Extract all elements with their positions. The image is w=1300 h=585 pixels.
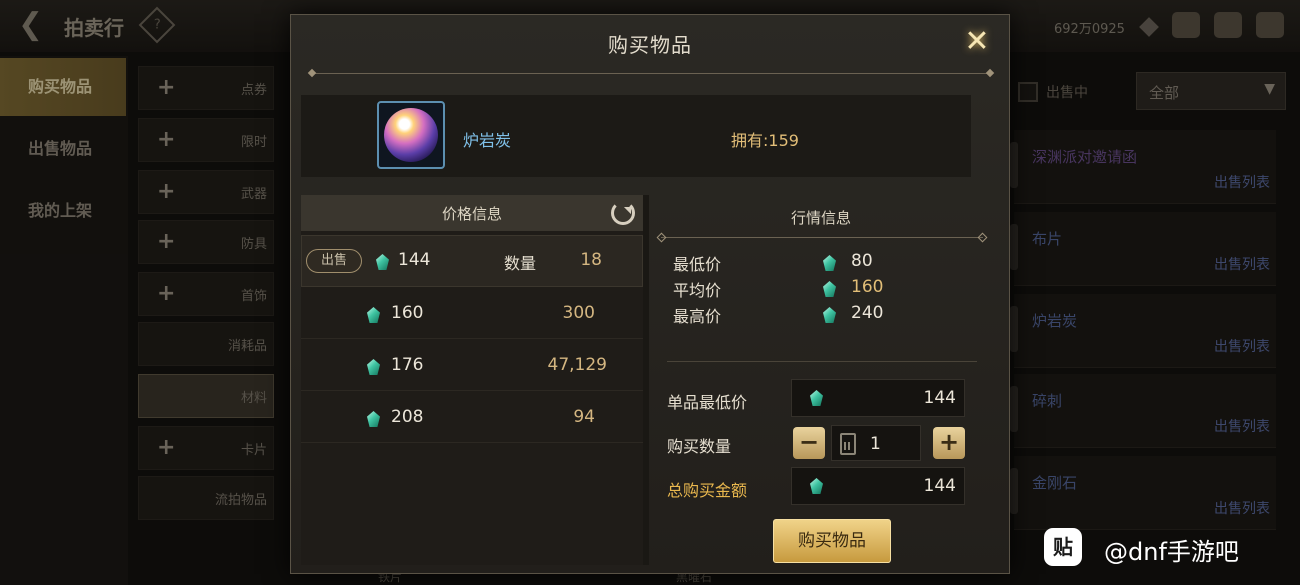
gem-icon xyxy=(808,476,824,496)
stat-label-avg: 平均价 xyxy=(673,281,722,300)
unit-min-price-field: 144 xyxy=(791,379,965,417)
gem-icon xyxy=(821,305,837,325)
buy-item-button[interactable]: 购买物品 xyxy=(773,519,891,563)
price-row[interactable]: 176 47,129 xyxy=(301,339,643,391)
watermark-text: @dnf手游吧 xyxy=(1104,538,1239,566)
price-value: 144 xyxy=(398,250,431,270)
divider xyxy=(311,73,991,74)
gem-icon xyxy=(374,252,390,272)
price-row[interactable]: 208 94 xyxy=(301,391,643,443)
quantity-value: 47,129 xyxy=(547,355,607,375)
market-info-title: 行情信息 xyxy=(790,209,851,227)
tieba-logo-icon: 贴 xyxy=(1044,528,1082,566)
close-icon[interactable]: ✕ xyxy=(959,25,995,61)
stat-value-max: 240 xyxy=(851,303,884,323)
sell-badge: 出售 xyxy=(306,249,362,273)
increase-quantity-button[interactable]: + xyxy=(933,427,965,459)
item-summary: 炉岩炭 拥有:159 xyxy=(301,95,971,177)
price-row[interactable]: 160 300 xyxy=(301,287,643,339)
item-icon xyxy=(377,101,445,169)
panel-divider xyxy=(643,195,649,565)
price-info-title: 价格信息 xyxy=(441,205,502,223)
stat-label-max: 最高价 xyxy=(673,307,722,326)
price-value: 208 xyxy=(391,407,424,427)
total-amount-field: 144 xyxy=(791,467,965,505)
market-info-panel: 行情信息 最低价 80 平均价 160 最高价 240 单品最低价 144 购买… xyxy=(651,195,991,565)
unit-min-price-value: 144 xyxy=(923,388,956,408)
lava-coal-orb-icon xyxy=(384,108,438,162)
gem-icon xyxy=(365,305,381,325)
refresh-icon[interactable] xyxy=(611,201,635,225)
buy-item-dialog: 购买物品 ✕ 炉岩炭 拥有:159 价格信息 出售 144 数量 18 160 … xyxy=(290,14,1010,574)
dialog-title: 购买物品 xyxy=(608,33,692,57)
divider xyxy=(667,361,977,362)
owned-value: 159 xyxy=(768,131,799,150)
price-info-panel: 价格信息 出售 144 数量 18 160 300 176 47,129 208… xyxy=(301,195,643,565)
quantity-input-value: 1 xyxy=(870,434,881,454)
price-value: 176 xyxy=(391,355,424,375)
price-row-selected[interactable]: 出售 144 数量 18 xyxy=(301,235,643,287)
divider xyxy=(661,237,983,238)
quantity-value: 300 xyxy=(562,303,595,323)
gem-icon xyxy=(808,388,824,408)
total-amount-label: 总购买金额 xyxy=(667,481,748,500)
item-name: 炉岩炭 xyxy=(463,131,512,150)
stat-value-min: 80 xyxy=(851,251,873,271)
quantity-input[interactable]: 1 xyxy=(831,425,921,461)
stat-value-avg: 160 xyxy=(851,277,884,297)
gem-icon xyxy=(821,253,837,273)
gem-icon xyxy=(365,409,381,429)
gem-icon xyxy=(821,279,837,299)
unit-min-price-label: 单品最低价 xyxy=(667,393,748,412)
decrease-quantity-button[interactable]: − xyxy=(793,427,825,459)
price-info-header: 价格信息 xyxy=(301,195,643,231)
owned-label: 拥有: xyxy=(731,131,769,150)
gem-icon xyxy=(365,357,381,377)
buy-quantity-label: 购买数量 xyxy=(667,437,732,456)
quantity-value: 94 xyxy=(573,407,595,427)
price-value: 160 xyxy=(391,303,424,323)
quantity-value: 18 xyxy=(580,250,602,270)
calculator-icon[interactable] xyxy=(840,433,856,455)
owned-count: 拥有:159 xyxy=(731,127,799,151)
stat-label-min: 最低价 xyxy=(673,255,722,274)
total-amount-value: 144 xyxy=(923,476,956,496)
